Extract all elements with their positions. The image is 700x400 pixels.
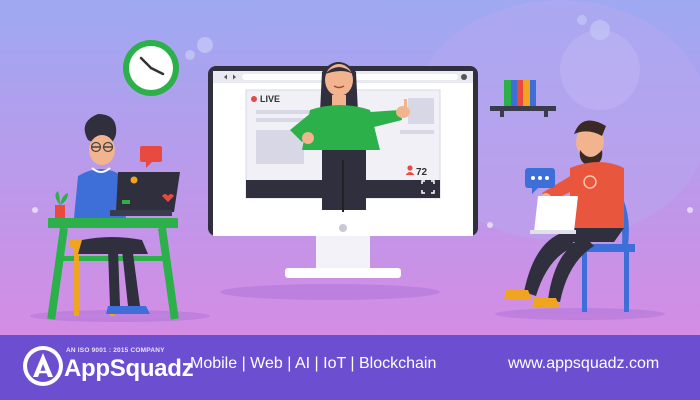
sparkle (487, 222, 493, 228)
floor-shadow (495, 308, 665, 320)
website-link[interactable]: www.appsquadz.com (508, 355, 659, 373)
bubble-decoration (185, 50, 195, 60)
iso-certification-label: AN ISO 9001 : 2015 COMPANY (66, 347, 165, 354)
illustration-scene: LIVE 72 (0, 0, 700, 335)
bubble-decoration (590, 20, 610, 40)
brand-name: AppSquadz (64, 355, 194, 382)
services-list: Mobile | Web | AI | IoT | Blockchain (190, 355, 437, 372)
floor-shadow (220, 284, 440, 300)
bubble-decoration (197, 37, 213, 53)
live-label: LIVE (260, 94, 280, 104)
appsquadz-logo-icon (23, 346, 63, 386)
placeholder-block (408, 98, 434, 124)
placeholder-line (400, 130, 434, 134)
laptop-sticker (130, 176, 138, 184)
sparkle (687, 207, 693, 213)
monitor-power-icon (339, 224, 347, 232)
menu-icon[interactable] (461, 74, 467, 80)
wall-clock-icon (123, 40, 179, 96)
viewer-count: 72 (416, 167, 428, 178)
placeholder-line (256, 118, 306, 122)
sparkle (32, 207, 38, 213)
placeholder-line (256, 110, 316, 114)
live-indicator-dot (251, 96, 257, 102)
bubble-decoration (577, 15, 587, 25)
background-blob (560, 30, 640, 110)
